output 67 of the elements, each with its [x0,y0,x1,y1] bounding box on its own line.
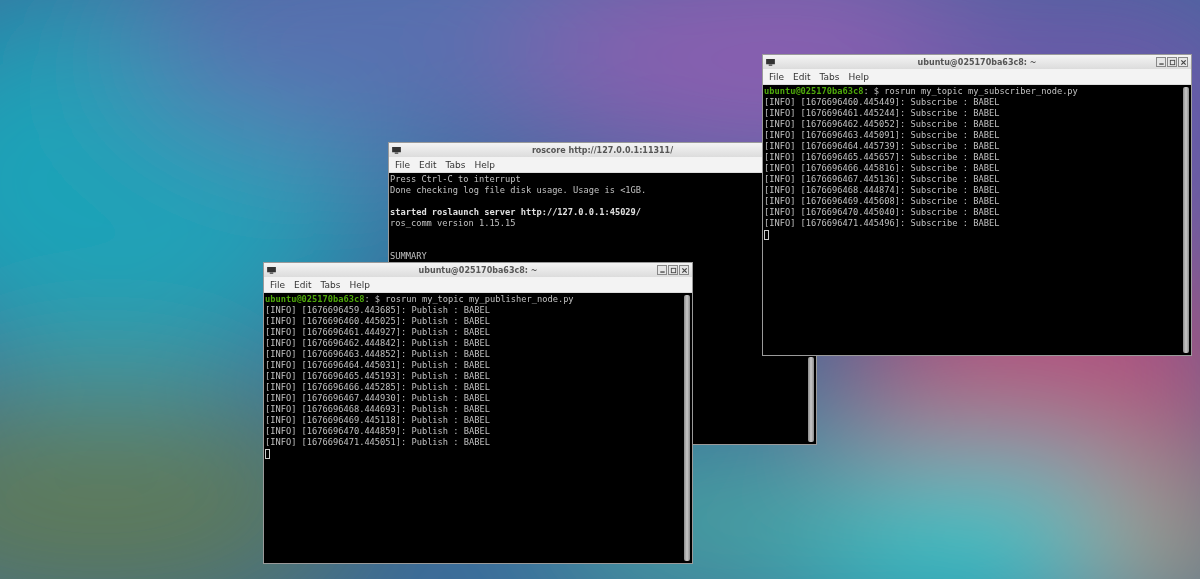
scrollbar[interactable] [1183,87,1189,353]
menu-item[interactable]: Edit [418,159,442,170]
close-icon [680,266,688,274]
menu-item[interactable]: Tabs [444,159,471,170]
terminal-line: [INFO] [1676696460.445449]: Subscribe : BABEL [764,97,1000,108]
scrollbar[interactable] [684,295,690,561]
terminal-line: [INFO] [1676696469.445118]: Publish : BABEL [265,415,490,426]
terminal-line: [INFO] [1676696467.445136]: Subscribe : BABEL [764,174,1000,185]
terminal-line: [INFO] [1676696460.445025]: Publish : BABEL [265,316,490,327]
terminal-line: [INFO] [1676696470.445040]: Subscribe : BABEL [764,207,1000,218]
terminal-line: [INFO] [1676696469.445608]: Subscribe : BABEL [764,196,1000,207]
terminal-line: [INFO] [1676696462.445052]: Subscribe : BABEL [764,119,1000,130]
terminal-line: [INFO] [1676696461.445244]: Subscribe : BABEL [764,108,1000,119]
terminal-line: [INFO] [1676696471.445496]: Subscribe : BABEL [764,218,1000,229]
menu-item[interactable]: Edit [792,71,816,82]
maximize-icon [1168,58,1176,66]
maximize-button[interactable] [1167,57,1177,67]
text-cursor [764,230,769,240]
minimize-button[interactable] [1156,57,1166,67]
terminal-line: [INFO] [1676696462.444842]: Publish : BABEL [265,338,490,349]
window-title: ubuntu@025170ba63c8: ~ [917,57,1037,67]
prompt-text: ubuntu@025170ba63c8 [265,294,365,304]
close-icon [1179,58,1187,66]
menu-item[interactable]: File [768,71,790,82]
terminal-line: [INFO] [1676696464.445739]: Subscribe : BABEL [764,141,1000,152]
command-text: : $ rosrun my_topic my_publisher_node.py [364,294,574,304]
terminal-line: [INFO] [1676696466.445285]: Publish : BABEL [265,382,490,393]
terminal-line: Done checking log file disk usage. Usage is <1GB. [390,185,647,196]
menu-item[interactable]: Help [847,71,874,82]
terminal-line: [INFO] [1676696465.445657]: Subscribe : BABEL [764,152,1000,163]
terminal-line: [INFO] [1676696465.445193]: Publish : BABEL [265,371,490,382]
maximize-icon [669,266,677,274]
menu-item[interactable]: Tabs [818,71,845,82]
terminal-line: started roslaunch server http://127.0.0.1:45029/ [390,207,642,218]
terminal-line: [INFO] [1676696467.444930]: Publish : BABEL [265,393,490,404]
terminal-line: [INFO] [1676696461.444927]: Publish : BABEL [265,327,490,338]
terminal-line: SUMMARY [390,251,427,262]
terminal-line: ros_comm version 1.15.15 [390,218,516,229]
menu-item[interactable]: Tabs [319,279,346,290]
window-title: ubuntu@025170ba63c8: ~ [418,265,538,275]
scrollbar[interactable] [808,357,814,442]
terminal-line: [INFO] [1676696468.444874]: Subscribe : BABEL [764,185,1000,196]
terminal-icon [766,58,775,66]
terminal-line: [INFO] [1676696468.444693]: Publish : BABEL [265,404,490,415]
terminal-line: Press Ctrl-C to interrupt [390,174,521,185]
terminal-line: [INFO] [1676696464.445031]: Publish : BABEL [265,360,490,371]
terminal-line: [INFO] [1676696471.445051]: Publish : BABEL [265,437,490,448]
close-button[interactable] [1178,57,1188,67]
menu-item[interactable]: Help [473,159,500,170]
menu-item[interactable]: File [269,279,291,290]
menu-item[interactable]: Edit [293,279,317,290]
terminal-line: [INFO] [1676696459.443685]: Publish : BABEL [265,305,490,316]
terminal-line: [INFO] [1676696470.444859]: Publish : BABEL [265,426,490,437]
terminal-line: [INFO] [1676696463.445091]: Subscribe : BABEL [764,130,1000,141]
text-cursor [265,449,270,459]
minimize-button[interactable] [657,265,667,275]
close-button[interactable] [679,265,689,275]
maximize-button[interactable] [668,265,678,275]
command-text: : $ rosrun my_topic my_subscriber_node.py [863,86,1078,96]
terminal-icon [392,146,401,154]
terminal-icon [267,266,276,274]
terminal-line: [INFO] [1676696466.445816]: Subscribe : BABEL [764,163,1000,174]
terminal-line: [INFO] [1676696463.444852]: Publish : BABEL [265,349,490,360]
menu-item[interactable]: File [394,159,416,170]
window-title: roscore http://127.0.0.1:11311/ [531,145,674,155]
menu-item[interactable]: Help [348,279,375,290]
prompt-text: ubuntu@025170ba63c8 [764,86,864,96]
